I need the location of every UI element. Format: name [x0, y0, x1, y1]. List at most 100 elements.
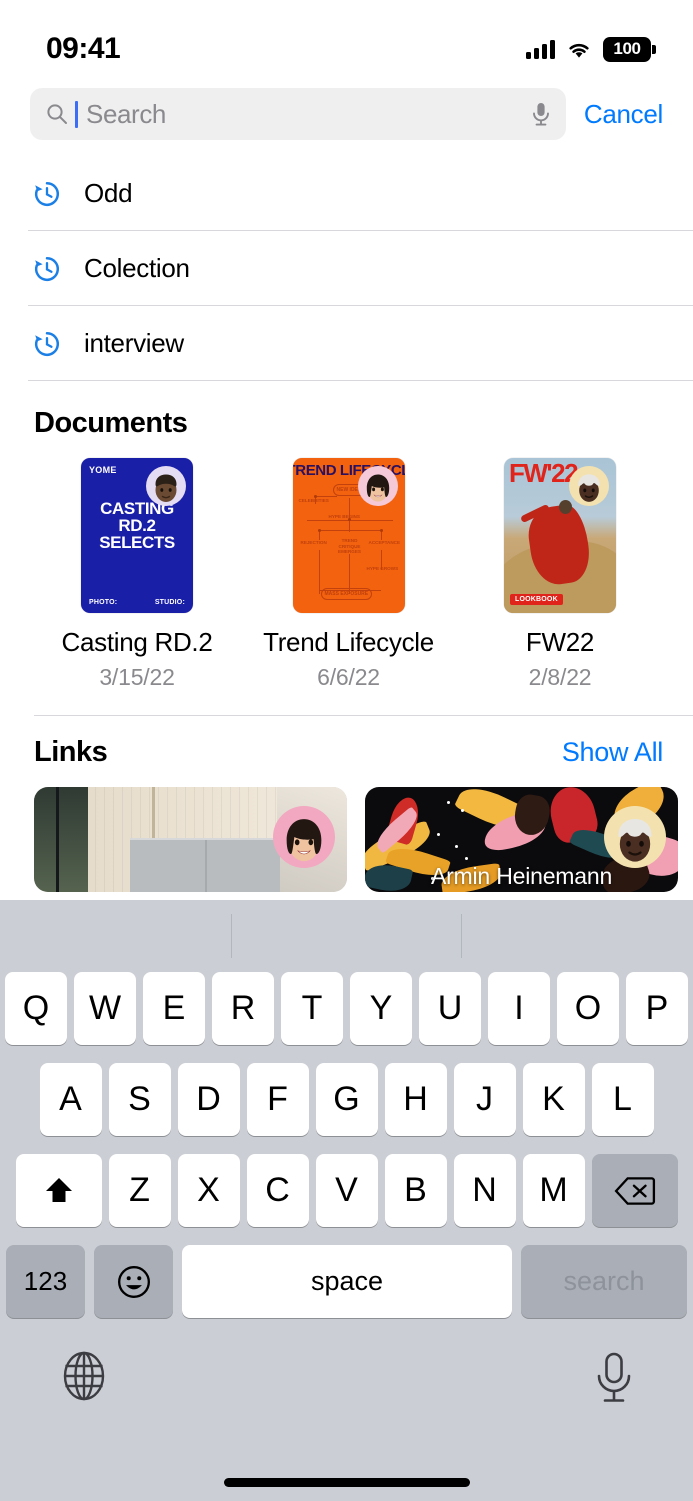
link-card[interactable]: Armin Heinemann	[365, 787, 678, 892]
casting-brand-label: YOME	[89, 465, 117, 475]
interior-window	[34, 787, 88, 892]
key-h[interactable]: H	[384, 1063, 447, 1136]
predictive-divider	[231, 914, 232, 958]
casting-headline-line2: RD.2	[118, 516, 156, 535]
avatar	[604, 806, 666, 868]
key-u[interactable]: U	[419, 972, 481, 1045]
key-m[interactable]: M	[522, 1154, 585, 1227]
document-thumbnail[interactable]: YOME CASTING RD.2 SELECTS PHOTO: STUDIO:	[81, 458, 193, 613]
battery-level: 100	[613, 39, 641, 58]
recent-search-item[interactable]: Odd	[0, 156, 693, 231]
emoji-icon[interactable]	[94, 1245, 173, 1318]
casting-footer-left: PHOTO:	[89, 599, 118, 606]
document-date: 6/6/22	[317, 664, 380, 690]
wifi-icon	[569, 43, 589, 58]
key-y[interactable]: Y	[350, 972, 412, 1045]
trend-node-acceptance: ACCEPTANCE	[368, 540, 401, 545]
link-caption: Armin Heinemann	[430, 863, 613, 889]
avatar	[357, 466, 398, 506]
keyboard-bottom-bar	[0, 1336, 693, 1456]
microphone-icon[interactable]	[530, 101, 552, 127]
key-q[interactable]: Q	[5, 972, 67, 1045]
key-z[interactable]: Z	[108, 1154, 171, 1227]
key-p[interactable]: P	[626, 972, 688, 1045]
search-input[interactable]: Search	[30, 88, 566, 140]
interior-cabinet	[130, 838, 280, 892]
key-l[interactable]: L	[591, 1063, 654, 1136]
key-r[interactable]: R	[212, 972, 274, 1045]
search-icon	[47, 104, 67, 124]
keyboard-row-3: Z X C V B N M	[0, 1154, 693, 1227]
casting-footer-right: STUDIO:	[154, 599, 185, 606]
predictive-text-bar[interactable]	[0, 900, 693, 972]
trend-node-rejection: REJECTION	[300, 540, 327, 545]
casting-headline-line3: SELECTS	[99, 533, 175, 552]
keyboard-row-2: A S D F G H J K L	[0, 1063, 693, 1136]
documents-header: Documents	[34, 407, 663, 440]
space-key[interactable]: space	[182, 1245, 512, 1318]
documents-title: Documents	[34, 407, 188, 439]
key-b[interactable]: B	[384, 1154, 447, 1227]
recent-history-icon	[34, 181, 60, 206]
document-title: FW22	[525, 627, 595, 657]
fw-lookbook-tag: LOOKBOOK	[510, 594, 563, 605]
battery-icon: 100	[603, 36, 656, 62]
key-v[interactable]: V	[315, 1154, 378, 1227]
search-bar: Search Cancel	[0, 78, 693, 156]
globe-icon[interactable]	[58, 1350, 110, 1402]
cancel-button[interactable]: Cancel	[584, 99, 663, 130]
recent-search-label: interview	[84, 328, 184, 358]
links-row: Armin Heinemann	[34, 787, 678, 892]
trend-node-trend-critique: TREND CRITIQUE EMERGES	[338, 538, 361, 554]
keyboard-row-1: Q W E R T Y U I O P	[0, 972, 693, 1045]
keyboard-row-4: 123 space search	[0, 1245, 693, 1318]
avatar	[273, 806, 335, 868]
key-k[interactable]: K	[522, 1063, 585, 1136]
document-title: Casting RD.2	[61, 627, 213, 657]
key-c[interactable]: C	[246, 1154, 309, 1227]
predictive-divider	[461, 914, 462, 958]
document-item[interactable]: TREND LIFECYCLE NEW IDEA CELEBRITIES HYP…	[254, 458, 444, 691]
text-cursor	[75, 100, 78, 128]
show-all-button[interactable]: Show All	[562, 737, 663, 768]
key-d[interactable]: D	[177, 1063, 240, 1136]
numbers-key[interactable]: 123	[6, 1245, 85, 1318]
microphone-icon[interactable]	[593, 1350, 635, 1406]
key-x[interactable]: X	[177, 1154, 240, 1227]
links-header: Links Show All	[34, 736, 663, 769]
status-time: 09:41	[46, 32, 121, 65]
recent-search-item[interactable]: Colection	[0, 231, 693, 306]
links-section: Links Show All Armin Heinemann	[0, 716, 693, 892]
key-a[interactable]: A	[39, 1063, 102, 1136]
document-thumbnail[interactable]: FW'22 LOOKBOOK	[504, 458, 616, 613]
recent-history-icon	[34, 331, 60, 356]
key-e[interactable]: E	[143, 972, 205, 1045]
recent-searches-list: Odd Colection interview	[0, 156, 693, 381]
links-title: Links	[34, 736, 108, 768]
document-item[interactable]: FW'22 LOOKBOOK FW22 2/8/22	[465, 458, 655, 691]
recent-search-item[interactable]: interview	[0, 306, 693, 381]
link-card[interactable]	[34, 787, 347, 892]
virtual-keyboard: Q W E R T Y U I O P A S D F G H J K L Z …	[0, 900, 693, 1501]
key-j[interactable]: J	[453, 1063, 516, 1136]
key-o[interactable]: O	[557, 972, 619, 1045]
documents-section: Documents YOME CASTING RD.2 SELECTS PHOT…	[0, 381, 693, 691]
search-placeholder: Search	[86, 98, 166, 129]
document-thumbnail[interactable]: TREND LIFECYCLE NEW IDEA CELEBRITIES HYP…	[292, 458, 405, 613]
key-i[interactable]: I	[488, 972, 550, 1045]
recent-search-label: Colection	[84, 253, 190, 283]
key-w[interactable]: W	[74, 972, 136, 1045]
key-n[interactable]: N	[453, 1154, 516, 1227]
key-f[interactable]: F	[246, 1063, 309, 1136]
document-item[interactable]: YOME CASTING RD.2 SELECTS PHOTO: STUDIO:	[42, 458, 232, 691]
shift-icon[interactable]	[15, 1154, 102, 1227]
key-s[interactable]: S	[108, 1063, 171, 1136]
documents-grid: YOME CASTING RD.2 SELECTS PHOTO: STUDIO:	[34, 458, 663, 691]
recent-search-label: Odd	[84, 178, 133, 208]
fw-figure-head	[559, 500, 572, 514]
key-t[interactable]: T	[281, 972, 343, 1045]
recent-history-icon	[34, 256, 60, 281]
search-key[interactable]: search	[521, 1245, 687, 1318]
backspace-icon[interactable]	[591, 1154, 678, 1227]
key-g[interactable]: G	[315, 1063, 378, 1136]
